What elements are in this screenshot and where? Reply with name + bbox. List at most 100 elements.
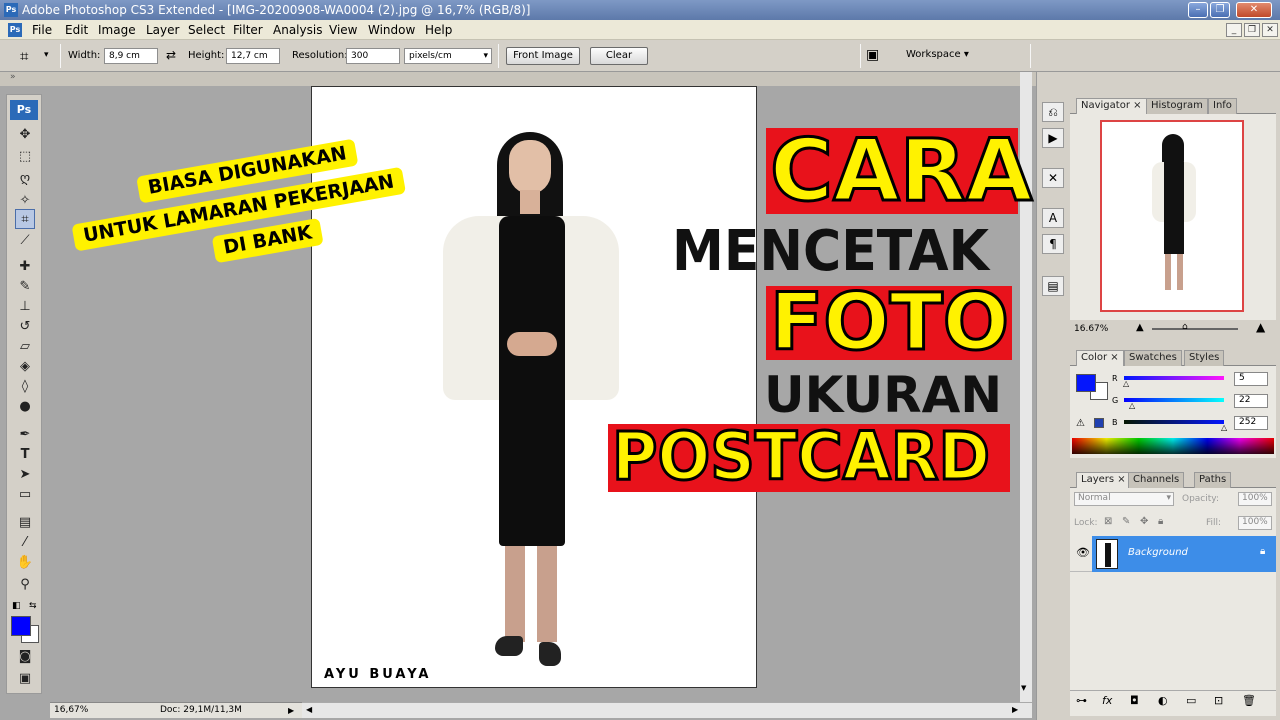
doc-close-button[interactable]: ✕ xyxy=(1262,23,1278,37)
channel-g-field[interactable]: 22 xyxy=(1234,394,1268,408)
scroll-down-icon[interactable]: ▼ xyxy=(1021,684,1031,694)
default-colors-icon[interactable]: ◧ xyxy=(12,601,21,611)
gamut-warning-icon[interactable]: ⚠ xyxy=(1076,418,1085,429)
menu-window[interactable]: Window xyxy=(368,20,415,40)
magic-wand-tool-icon[interactable]: ✧ xyxy=(15,191,35,211)
lock-all-icon[interactable]: 🔒︎ xyxy=(1158,516,1163,527)
clear-button[interactable]: Clear xyxy=(590,47,648,65)
tool-presets-icon[interactable]: ✕ xyxy=(1042,168,1064,188)
opacity-field[interactable]: 100% xyxy=(1238,492,1272,506)
width-field[interactable]: 8,9 cm xyxy=(104,48,158,64)
new-layer-icon[interactable]: ⊡ xyxy=(1214,694,1223,707)
lock-pixels-icon[interactable]: ✎ xyxy=(1122,516,1130,527)
lock-transparent-icon[interactable]: ⊠ xyxy=(1104,516,1112,527)
brush-tool-icon[interactable]: ✎ xyxy=(15,277,35,297)
foreground-color-swatch[interactable] xyxy=(11,616,31,636)
paragraph-panel-icon[interactable]: ¶ xyxy=(1042,234,1064,254)
eyedropper-tool-icon[interactable]: ⁄ xyxy=(15,533,35,553)
tab-layers[interactable]: Layers × xyxy=(1076,472,1131,488)
zoom-in-icon[interactable]: ▲ xyxy=(1256,320,1265,334)
character-panel-icon[interactable]: A xyxy=(1042,208,1064,228)
tab-paths[interactable]: Paths xyxy=(1194,472,1232,488)
tab-channels[interactable]: Channels xyxy=(1128,472,1185,488)
dodge-tool-icon[interactable]: ● xyxy=(15,397,35,417)
menu-layer[interactable]: Layer xyxy=(146,20,179,40)
zoom-slider[interactable] xyxy=(1152,328,1238,330)
navigator-zoom[interactable]: 16.67% xyxy=(1074,324,1108,334)
channel-b-field[interactable]: 252 xyxy=(1234,416,1268,430)
web-safe-swatch-icon[interactable] xyxy=(1094,418,1104,428)
channel-r-slider[interactable] xyxy=(1124,376,1224,380)
shape-tool-icon[interactable]: ▭ xyxy=(15,485,35,505)
resolution-field[interactable]: 300 xyxy=(346,48,400,64)
new-group-icon[interactable]: ▭ xyxy=(1186,694,1196,707)
slider-thumb-icon[interactable]: △ xyxy=(1123,379,1129,388)
layer-style-icon[interactable]: fx xyxy=(1102,694,1112,707)
eye-visibility-icon[interactable]: 👁︎ xyxy=(1076,546,1090,559)
color-spectrum-ramp[interactable] xyxy=(1072,438,1274,454)
quick-mask-icon[interactable]: ◙ xyxy=(15,647,35,667)
clone-stamp-tool-icon[interactable]: ⊥ xyxy=(15,297,35,317)
menu-analysis[interactable]: Analysis xyxy=(273,20,322,40)
actions-panel-icon[interactable]: ▶ xyxy=(1042,128,1064,148)
doc-minimize-button[interactable]: _ xyxy=(1226,23,1242,37)
menu-filter[interactable]: Filter xyxy=(233,20,263,40)
slider-thumb-icon[interactable]: △ xyxy=(1221,423,1227,432)
blend-mode-select[interactable]: Normal ▾ xyxy=(1074,492,1174,506)
layer-mask-icon[interactable]: ◘ xyxy=(1130,694,1139,707)
crop-tool-icon[interactable]: ⌗ xyxy=(20,47,28,65)
lasso-tool-icon[interactable]: ღ xyxy=(15,169,35,189)
swap-colors-icon[interactable]: ⇆ xyxy=(29,601,37,611)
tab-histogram[interactable]: Histogram xyxy=(1146,98,1208,114)
menu-help[interactable]: Help xyxy=(425,20,452,40)
channel-b-slider[interactable] xyxy=(1124,420,1224,424)
menu-image[interactable]: Image xyxy=(98,20,136,40)
swap-dimensions-icon[interactable]: ⇄ xyxy=(166,48,176,62)
move-tool-icon[interactable]: ✥ xyxy=(15,125,35,145)
path-selection-tool-icon[interactable]: ➤ xyxy=(15,465,35,485)
channel-g-slider[interactable] xyxy=(1124,398,1224,402)
crop-tool-icon[interactable]: ⌗ xyxy=(15,209,35,229)
paint-bucket-tool-icon[interactable]: ◈ xyxy=(15,357,35,377)
hand-tool-icon[interactable]: ✋ xyxy=(15,553,35,573)
slice-tool-icon[interactable]: ⟋ xyxy=(15,231,35,251)
menu-select[interactable]: Select xyxy=(188,20,225,40)
tab-swatches[interactable]: Swatches xyxy=(1124,350,1182,366)
healing-brush-tool-icon[interactable]: ✚ xyxy=(15,257,35,277)
workspace-menu[interactable]: Workspace ▾ xyxy=(906,49,969,60)
history-panel-icon[interactable]: ⎌ xyxy=(1042,102,1064,122)
height-field[interactable]: 12,7 cm xyxy=(226,48,280,64)
chevron-down-icon[interactable]: ▾ xyxy=(44,50,49,60)
color-fg-swatch[interactable] xyxy=(1076,374,1096,392)
history-brush-tool-icon[interactable]: ↺ xyxy=(15,317,35,337)
marquee-tool-icon[interactable]: ⬚ xyxy=(15,147,35,167)
file-browser-icon[interactable]: ▣ xyxy=(866,47,879,63)
resolution-unit-select[interactable]: pixels/cm ▾ xyxy=(404,48,492,64)
tab-navigator[interactable]: Navigator × xyxy=(1076,98,1147,114)
slider-thumb-icon[interactable]: △ xyxy=(1129,401,1135,410)
type-tool-icon[interactable]: T xyxy=(15,445,35,465)
maximize-button[interactable]: ❐ xyxy=(1210,2,1230,18)
fill-field[interactable]: 100% xyxy=(1238,516,1272,530)
pen-tool-icon[interactable]: ✒ xyxy=(15,425,35,445)
delete-layer-icon[interactable]: 🗑︎ xyxy=(1242,694,1256,707)
doc-restore-button[interactable]: ❐ xyxy=(1244,23,1260,37)
layer-row-background[interactable]: 👁︎ Background 🔒︎ xyxy=(1070,536,1276,572)
tab-info[interactable]: Info xyxy=(1208,98,1237,114)
zoom-tool-icon[interactable]: ⚲ xyxy=(15,575,35,595)
status-menu-arrow-icon[interactable]: ▶ xyxy=(288,703,294,718)
menu-file[interactable]: File xyxy=(32,20,52,40)
link-layers-icon[interactable]: ⊶ xyxy=(1076,694,1087,707)
zoom-slider-thumb-icon[interactable]: ⌂ xyxy=(1182,322,1188,332)
collapse-arrows-icon[interactable]: » xyxy=(10,72,16,82)
close-button[interactable]: ✕ xyxy=(1236,2,1272,18)
scroll-left-icon[interactable]: ◀ xyxy=(306,705,312,714)
horizontal-scrollbar[interactable]: ◀ ▶ xyxy=(302,702,1032,718)
menu-edit[interactable]: Edit xyxy=(65,20,88,40)
front-image-button[interactable]: Front Image xyxy=(506,47,580,65)
zoom-level[interactable]: 16,67% xyxy=(54,703,88,718)
blur-tool-icon[interactable]: ◊ xyxy=(15,377,35,397)
minimize-button[interactable]: – xyxy=(1188,2,1208,18)
channel-r-field[interactable]: 5 xyxy=(1234,372,1268,386)
lock-position-icon[interactable]: ✥ xyxy=(1140,516,1148,527)
